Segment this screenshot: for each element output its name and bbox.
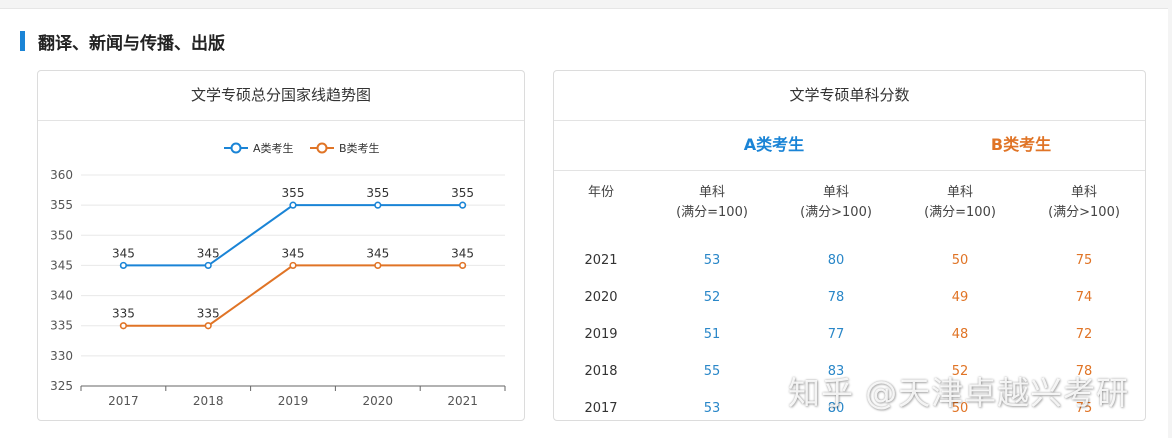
chart-card-title: 文学专硕总分国家线趋势图: [38, 71, 524, 121]
table-cell-score: 53: [703, 401, 721, 416]
trend-line-chart: 325 330 335 340 345 350 355 360 2017 2018 2019 2020…: [50, 141, 506, 408]
header-line-1: 单科: [946, 185, 973, 200]
data-point: [289, 201, 297, 209]
data-label: 345: [112, 246, 135, 260]
year-column-header: 年份: [587, 185, 614, 200]
table-cell-year: 2019: [584, 327, 618, 342]
data-point: [459, 201, 467, 209]
header-line-2: (满分>100): [1048, 205, 1120, 220]
y-tick-label: 335: [50, 319, 73, 333]
table-cell-score: 72: [1075, 327, 1093, 342]
data-label: 355: [366, 186, 389, 200]
x-tick-label: 2021: [447, 394, 478, 408]
table-cell-score: 49: [951, 290, 969, 305]
y-tick-label: 325: [50, 379, 73, 393]
x-tick-label: 2019: [278, 394, 309, 408]
y-tick-label: 330: [50, 349, 73, 363]
x-tick-label: 2017: [108, 394, 139, 408]
x-tick-label: 2018: [193, 394, 224, 408]
y-tick-label: 340: [50, 289, 73, 303]
y-tick-label: 355: [50, 198, 73, 212]
table-cell-year: 2018: [584, 364, 618, 379]
table-cell-score: 78: [827, 290, 845, 305]
data-label: 345: [366, 246, 389, 260]
data-point: [374, 261, 382, 270]
header-line-1: 单科: [698, 185, 725, 200]
score-column-header: 单科 (满分>100): [1024, 183, 1144, 223]
score-column-header: 单科 (满分=100): [652, 183, 772, 223]
category-header-row: A类考生 B类考生: [554, 120, 1145, 171]
data-point: [374, 201, 382, 209]
data-point: [119, 261, 127, 270]
table-cell-score: 51: [703, 327, 721, 342]
table-cell-score: 53: [703, 253, 721, 268]
section-heading: 翻译、新闻与传播、出版: [20, 31, 225, 54]
data-label: 345: [197, 246, 220, 260]
header-line-1: 单科: [1070, 185, 1097, 200]
data-point: [459, 261, 467, 270]
section-title: 翻译、新闻与传播、出版: [38, 33, 225, 54]
trend-chart-card: 文学专硕总分国家线趋势图 325 330 335 340 345 350 355 360 201…: [37, 70, 525, 421]
table-cell-year: 2021: [584, 253, 618, 268]
legend-swatch-marker: [230, 142, 242, 154]
data-label: 345: [451, 246, 474, 260]
data-point: [204, 261, 212, 270]
legend-label: A类考生: [253, 141, 294, 155]
legend-swatch-marker: [316, 142, 328, 154]
table-cell-score: 77: [827, 327, 845, 342]
score-column-header: 单科 (满分=100): [900, 183, 1020, 223]
data-point: [119, 322, 127, 330]
data-label: 345: [282, 246, 305, 260]
table-cell-score: 52: [703, 290, 721, 305]
table-cell-score: 74: [1075, 290, 1093, 305]
category-b-label: B类考生: [990, 135, 1052, 154]
data-label: 355: [451, 186, 474, 200]
table-cell-year: 2017: [584, 401, 618, 416]
table-cell-score: 48: [951, 327, 969, 342]
header-line-2: (满分=100): [924, 205, 996, 220]
table-card-title: 文学专硕单科分数: [554, 71, 1145, 121]
watermark: 知乎 @天津卓越兴考研: [788, 374, 1130, 412]
data-label: 335: [197, 307, 220, 321]
y-tick-label: 360: [50, 168, 73, 182]
score-column-header: 单科 (满分>100): [776, 183, 896, 223]
data-label: 355: [282, 186, 305, 200]
y-tick-label: 345: [50, 258, 73, 272]
category-a-label: A类考生: [743, 135, 805, 154]
x-tick-label: 2020: [363, 394, 394, 408]
y-tick-label: 350: [50, 228, 73, 242]
table-cell-score: 55: [703, 364, 721, 379]
data-label: 335: [112, 307, 135, 321]
table-cell-score: 50: [951, 253, 969, 268]
legend-label: B类考生: [339, 141, 380, 155]
table-cell-year: 2020: [584, 290, 618, 305]
header-line-1: 单科: [822, 185, 849, 200]
data-point: [289, 261, 297, 270]
table-cell-score: 80: [827, 253, 845, 268]
table-cell-score: 75: [1075, 253, 1093, 268]
section-accent-bar: [20, 31, 25, 51]
header-line-2: (满分>100): [800, 205, 872, 220]
data-point: [204, 322, 212, 330]
header-line-2: (满分=100): [676, 205, 748, 220]
